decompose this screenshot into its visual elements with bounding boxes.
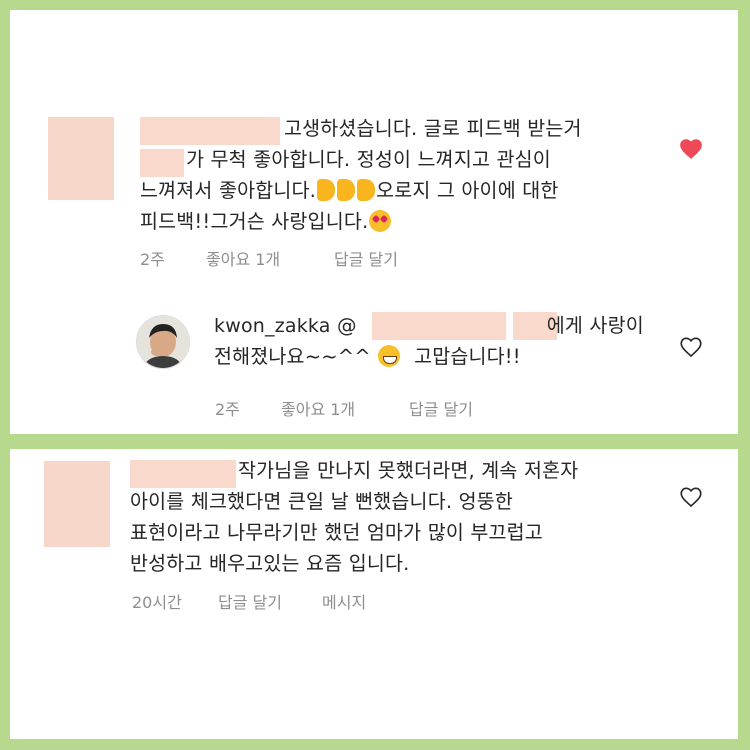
comment-text-line: 반성하고 배우고있는 요즘 입니다. bbox=[130, 552, 410, 575]
reply-text: kwon_zakka @ 에게 사랑이 전해졌나요~~^^ 고맙습니다!! bbox=[214, 310, 644, 372]
comment-1-meta: 2주 좋아요 1개 답글 달기 bbox=[140, 246, 440, 269]
comment-text-line: 작가님을 만나지 못했더라면, 계속 저혼자 bbox=[238, 459, 579, 482]
comment-text-line: 전해졌나요~~^^ bbox=[214, 345, 371, 368]
thumbs-up-icon bbox=[317, 179, 336, 201]
reply-button[interactable]: 답글 달기 bbox=[334, 246, 398, 270]
comment-text-line: 고맙습니다!! bbox=[414, 345, 521, 368]
likes-count[interactable]: 좋아요 1개 bbox=[281, 396, 355, 420]
comment-1-text: 고생하셨습니다. 글로 피드백 받는거 가 무척 좋아합니다. 정성이 느껴지고… bbox=[140, 113, 582, 237]
comment-time[interactable]: 2주 bbox=[140, 246, 165, 270]
comment-text-line: 가 무척 좋아합니다. 정성이 느껴지고 관심이 bbox=[186, 148, 551, 171]
thumbs-up-icon bbox=[357, 179, 376, 201]
likes-count[interactable]: 좋아요 1개 bbox=[206, 246, 280, 270]
avatar-redacted[interactable] bbox=[48, 117, 114, 200]
comment-time[interactable]: 2주 bbox=[215, 396, 240, 420]
comment-3-text: 작가님을 만나지 못했더라면, 계속 저혼자 아이를 체크했다면 큰일 날 뻔했… bbox=[130, 455, 578, 579]
heart-filled-icon[interactable] bbox=[678, 136, 704, 162]
thumbs-up-icon bbox=[337, 179, 356, 201]
heart-eyes-icon bbox=[369, 210, 392, 232]
comment-3-meta: 20시간 답글 달기 메시지 bbox=[132, 589, 432, 612]
comment-text-line: 고생하셨습니다. 글로 피드백 받는거 bbox=[284, 117, 582, 140]
reply-username[interactable]: kwon_zakka bbox=[214, 315, 331, 337]
message-button[interactable]: 메시지 bbox=[322, 589, 366, 613]
comment-text-line: 아이를 체크했다면 큰일 날 뻔했습니다. 엉뚱한 bbox=[130, 490, 514, 513]
comment-panel-bottom: 작가님을 만나지 못했더라면, 계속 저혼자 아이를 체크했다면 큰일 날 뻔했… bbox=[10, 449, 738, 739]
comment-text-line: 느껴져서 좋아합니다. bbox=[140, 179, 317, 202]
avatar[interactable] bbox=[136, 315, 190, 369]
comment-text-line: 피드백!!그거슨 사랑입니다. bbox=[140, 210, 369, 233]
reply-button[interactable]: 답글 달기 bbox=[218, 589, 282, 613]
reply-meta: 2주 좋아요 1개 답글 달기 bbox=[215, 396, 515, 419]
heart-outline-icon[interactable] bbox=[678, 334, 704, 360]
comment-text-line: 표현이라고 나무라기만 했던 엄마가 많이 부끄럽고 bbox=[130, 521, 543, 544]
comment-time[interactable]: 20시간 bbox=[132, 589, 182, 613]
avatar-redacted[interactable] bbox=[44, 461, 110, 547]
heart-outline-icon[interactable] bbox=[678, 484, 704, 510]
profile-photo bbox=[137, 316, 189, 368]
reply-button[interactable]: 답글 달기 bbox=[409, 396, 473, 420]
mention-at[interactable]: @ bbox=[337, 314, 357, 337]
comment-text-line: 오로지 그 아이에 대한 bbox=[376, 179, 559, 202]
grinning-icon bbox=[378, 345, 401, 367]
comment-panel-top: 고생하셨습니다. 글로 피드백 받는거 가 무척 좋아합니다. 정성이 느껴지고… bbox=[10, 10, 738, 434]
comment-text-line: 에게 사랑이 bbox=[546, 314, 644, 337]
